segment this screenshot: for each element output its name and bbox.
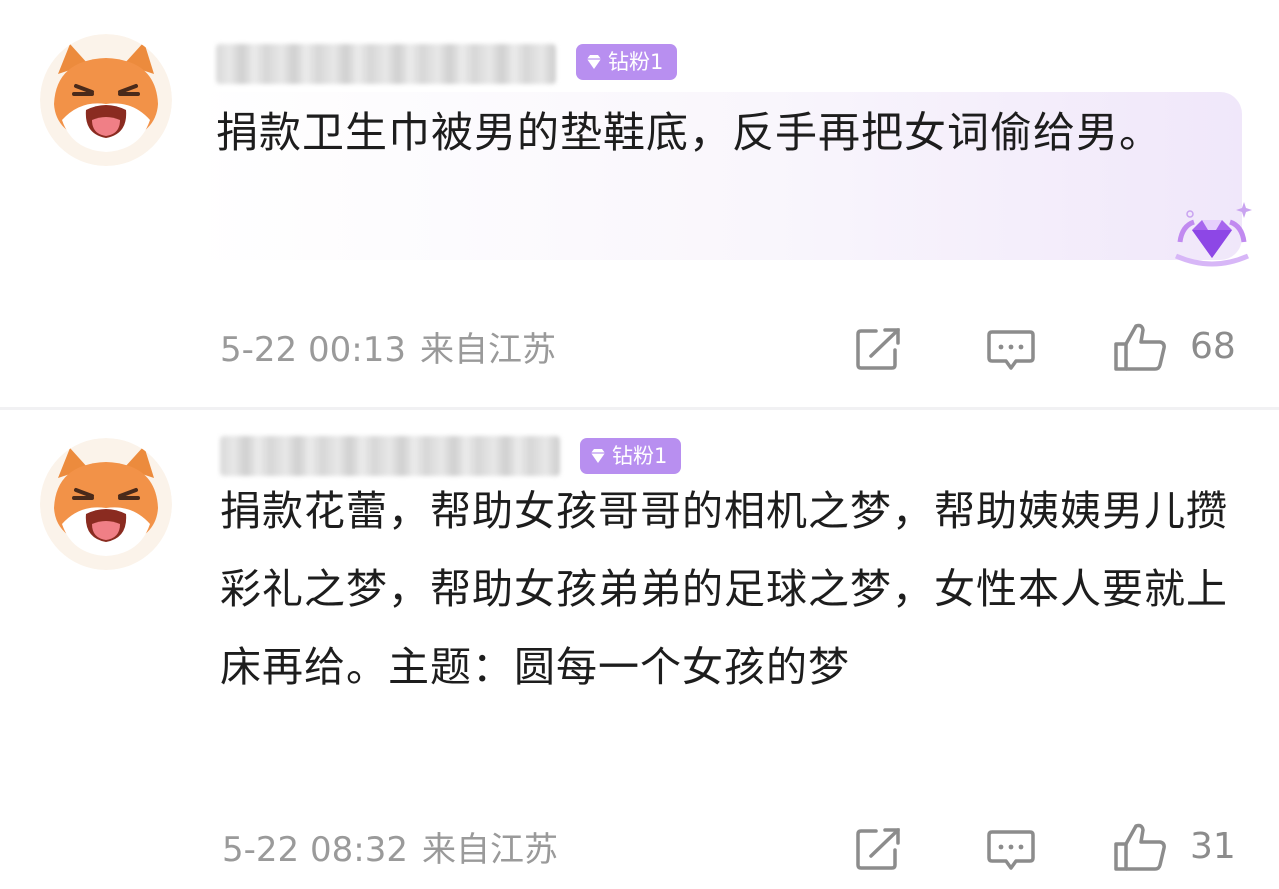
comment-text: 捐款卫生巾被男的垫鞋底，反手再把女词偷给男。 <box>216 108 1163 157</box>
fan-level-badge[interactable]: 钻粉1 <box>580 438 682 474</box>
fox-avatar-icon <box>40 438 172 570</box>
comment-item: ██████████ 钻粉1 捐款花蕾，帮助女孩哥哥的相机之梦，帮助姨姨男儿攒彩… <box>0 410 1279 889</box>
reply-icon[interactable] <box>986 328 1036 372</box>
avatar[interactable] <box>40 438 172 570</box>
like-count: 68 <box>1190 326 1236 367</box>
thumbs-up-icon <box>1114 323 1166 371</box>
comment-meta: 5-22 00:13 来自江苏 <box>220 330 556 370</box>
like-button[interactable]: 31 <box>1112 822 1236 872</box>
avatar[interactable] <box>40 34 172 166</box>
badge-label: 钻粉1 <box>608 50 664 74</box>
like-count: 31 <box>1190 826 1236 867</box>
comment-time: 5-22 08:32 <box>222 830 408 870</box>
vip-diamond-icon <box>1174 202 1252 267</box>
username-blurred[interactable]: ██████████ <box>216 44 556 84</box>
comment-meta: 5-22 08:32 来自江苏 <box>222 830 558 870</box>
thumbs-up-icon <box>1114 823 1166 871</box>
gem-icon <box>591 449 605 463</box>
comment-item: ██████████ 钻粉1 捐款卫生巾被男的垫鞋底，反手再把女词偷给男。 5-… <box>0 0 1279 408</box>
share-icon[interactable] <box>854 826 904 872</box>
comment-location: 来自江苏 <box>421 830 558 870</box>
share-icon[interactable] <box>854 326 904 372</box>
reply-icon[interactable] <box>986 828 1036 872</box>
gem-icon <box>587 55 601 69</box>
comment-time: 5-22 00:13 <box>220 330 406 370</box>
fox-avatar-icon <box>40 34 172 166</box>
username-blurred[interactable]: ██████████ <box>220 436 560 476</box>
comment-location: 来自江苏 <box>419 330 556 370</box>
comment-text: 捐款花蕾，帮助女孩哥哥的相机之梦，帮助姨姨男儿攒彩礼之梦，帮助女孩弟弟的足球之梦… <box>220 487 1228 691</box>
badge-label: 钻粉1 <box>612 444 668 468</box>
fan-level-badge[interactable]: 钻粉1 <box>576 44 678 80</box>
like-button[interactable]: 68 <box>1112 322 1236 372</box>
